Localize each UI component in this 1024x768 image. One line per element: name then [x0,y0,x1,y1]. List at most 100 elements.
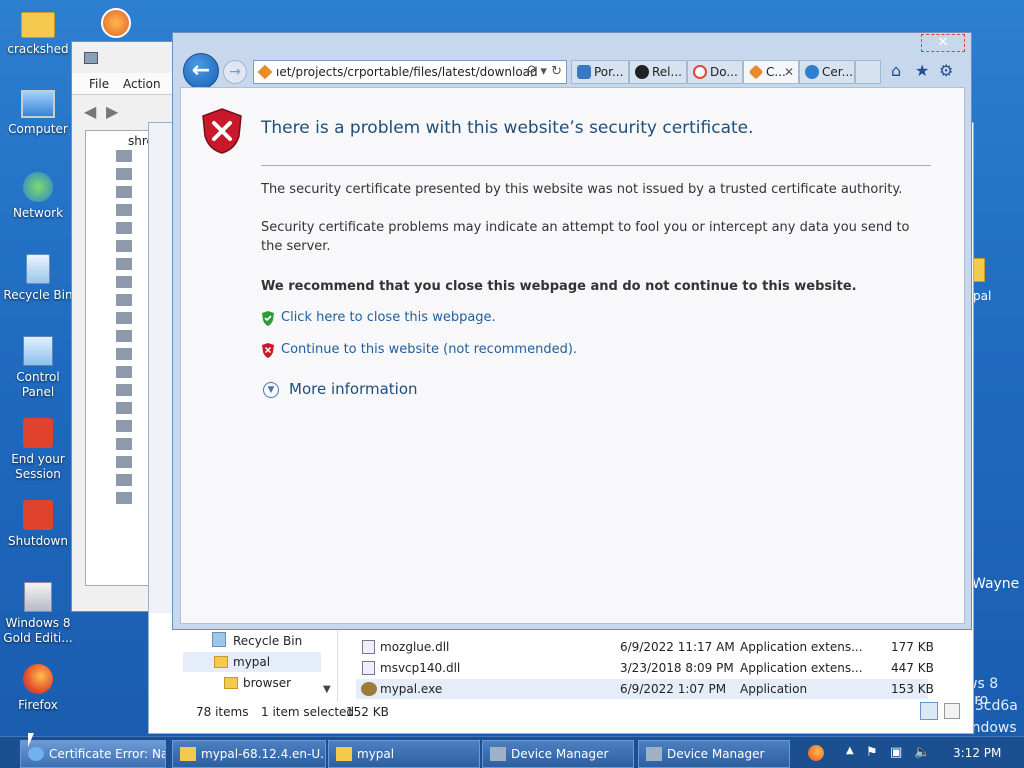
file-size: 153 KB [891,682,934,696]
address-bar[interactable]: ıet/projects/crportable/files/latest/dow… [253,60,567,84]
desktop-icon-crackshed[interactable]: crackshed [0,8,76,57]
tab-4-active[interactable]: C... ✕ [743,60,799,84]
details-view-icon[interactable] [920,702,938,720]
taskbar-button-explorer-1[interactable]: mypal-68.12.4.en-U... [172,740,326,768]
dropdown-icon[interactable]: ▾ [540,64,547,79]
volume-muted-icon[interactable]: 🔈 [914,745,930,760]
network-icon [23,172,53,202]
continue-link[interactable]: Continue to this website (not recommende… [261,342,577,358]
file-type: Application extens... [740,661,863,675]
desktop-icon-computer[interactable]: Computer [0,90,76,137]
folder-icon [336,747,352,761]
desktop-icon-firefox[interactable]: Firefox [0,664,76,713]
recycle-bin-small-icon [212,632,226,647]
file-type: Application [740,682,808,696]
menu-action[interactable]: Action [123,77,161,91]
tree-item-recycle-bin[interactable]: Recycle Bin [233,634,302,648]
flag-icon[interactable]: ⚑ [866,745,878,760]
forward-arrow-icon[interactable]: ▶ [106,102,118,121]
status-item-count: 78 items [196,705,249,719]
taskbar-button-ie[interactable]: Certificate Error: Na... [20,740,166,768]
tree-item-mypal[interactable]: mypal [233,655,270,669]
taskbar-button-label: Device Manager [667,747,765,761]
device-manager-icon [646,747,662,761]
desktop-icon-end-session[interactable]: End your Session [0,418,76,482]
error-paragraph-1: The security certificate presented by th… [261,182,903,197]
tab-label: Por... [594,65,624,79]
close-webpage-link[interactable]: Click here to close this webpage. [261,310,496,326]
more-information-toggle[interactable]: ▼ More information [263,380,418,398]
tab-3[interactable]: Do... [687,60,743,84]
back-button[interactable]: ← [183,53,219,89]
search-icon[interactable]: ⚲ [527,64,537,79]
forward-button[interactable]: → [223,60,247,84]
green-shield-icon [262,311,274,326]
file-size: 447 KB [891,661,934,675]
desktop-icon-label: End your Session [11,452,65,481]
shield-error-icon [202,108,242,154]
ie-icon [28,747,44,761]
file-name[interactable]: msvcp140.dll [380,661,460,675]
desktop-icon-control-panel[interactable]: Control Panel [0,336,76,400]
firefox-icon [23,664,53,694]
media-player-icon[interactable] [101,8,131,38]
tab-label: Do... [710,65,738,79]
menu-file[interactable]: File [89,77,109,91]
taskbar-button-device-manager-2[interactable]: Device Manager [638,740,790,768]
tab-5[interactable]: Cer... [799,60,855,84]
folder-icon [180,747,196,761]
dll-icon [362,661,375,675]
power-icon [23,418,53,448]
taskbar-button-label: Device Manager [511,747,609,761]
desktop-icon-network[interactable]: Network [0,172,76,221]
chevron-down-icon: ▼ [263,382,279,398]
taskbar-button-explorer-2[interactable]: mypal [328,740,480,768]
desktop-icon-label: crackshed [7,42,69,56]
large-icons-view-icon[interactable] [944,703,960,719]
network-tray-icon[interactable]: ▣ [890,745,902,760]
mouse-cursor-icon [28,733,34,747]
desktop-label: Wayne [972,576,1020,592]
ie-icon [805,65,819,79]
desktop-icon-label: pal [973,289,992,303]
firefox-tray-icon[interactable] [808,745,824,761]
close-window-button[interactable]: ✕ [921,34,965,52]
tools-gear-icon[interactable]: ⚙ [939,61,953,80]
desktop-icon-shutdown[interactable]: Shutdown [0,500,76,549]
file-size: 177 KB [891,640,934,654]
taskbar-button-label: mypal-68.12.4.en-U... [201,747,326,761]
tab-2[interactable]: Rel... [629,60,687,84]
desktop-icon-label: Control Panel [16,370,60,399]
tab-icon [577,65,591,79]
clock[interactable]: 3:12 PM [953,746,1001,760]
back-arrow-icon[interactable]: ◀ [84,102,96,121]
power-icon [23,500,53,530]
tab-label: Rel... [652,65,682,79]
exe-icon [361,682,377,696]
folder-icon [224,677,238,689]
tab-1[interactable]: Por... [571,60,629,84]
desktop-icon-label: Shutdown [8,534,68,548]
device-manager-icon [490,747,506,761]
file-name[interactable]: mozglue.dll [380,640,449,654]
file-name[interactable]: mypal.exe [380,682,442,696]
github-icon [635,65,649,79]
error-page: There is a problem with this website’s s… [180,87,965,624]
tree-item-browser[interactable]: browser [243,676,291,690]
error-paragraph-2: Security certificate problems may indica… [261,220,910,254]
file-date: 6/9/2022 11:17 AM [620,640,735,654]
close-webpage-link-text: Click here to close this webpage. [281,310,496,325]
taskbar: Certificate Error: Na... mypal-68.12.4.e… [0,736,1024,768]
address-text: ıet/projects/crportable/files/latest/dow… [276,65,538,79]
favorites-star-icon[interactable]: ★ [915,61,929,80]
control-panel-icon [23,336,53,366]
desktop-icon-recycle-bin[interactable]: Recycle Bin [0,254,76,303]
show-hidden-icons[interactable]: ▲ [846,745,854,756]
tab-close-icon[interactable]: ✕ [784,61,794,83]
new-tab-button[interactable] [855,60,881,84]
taskbar-button-device-manager-1[interactable]: Device Manager [482,740,634,768]
home-icon[interactable]: ⌂ [891,61,901,80]
desktop-icon-windows8[interactable]: Windows 8 Gold Editi... [0,582,76,646]
scroll-down-icon[interactable]: ▼ [323,684,331,695]
refresh-icon[interactable]: ↻ [551,64,562,79]
